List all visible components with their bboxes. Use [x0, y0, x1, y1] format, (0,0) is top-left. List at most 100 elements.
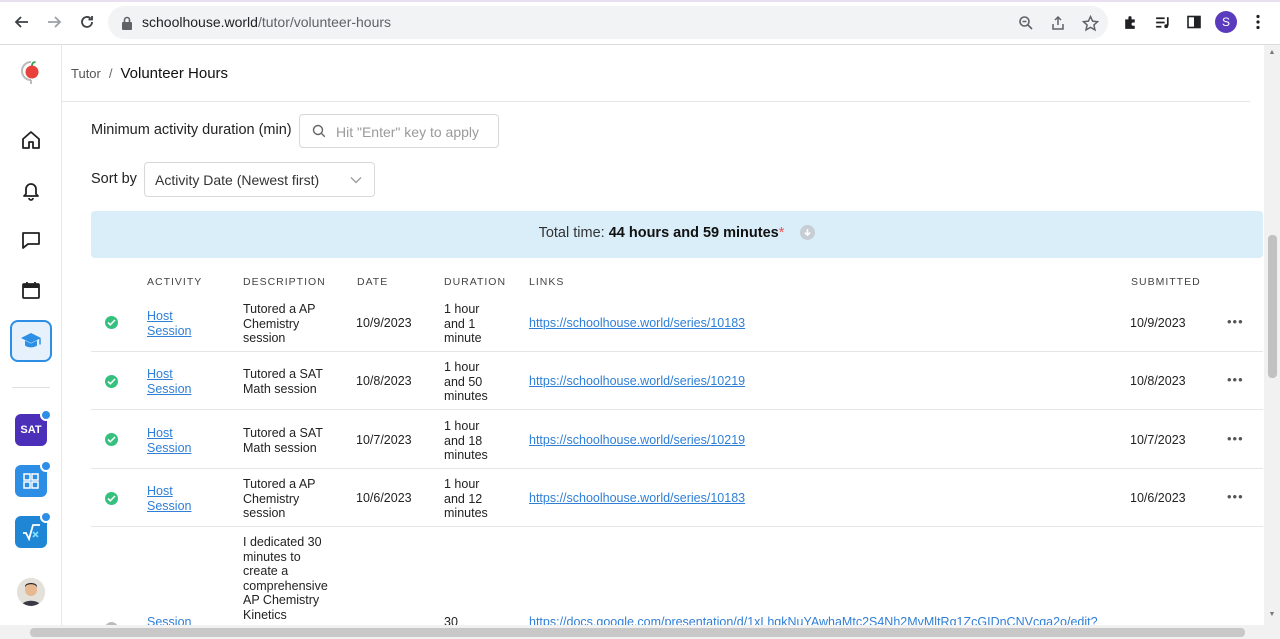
activity-link[interactable]: Host Session: [147, 309, 191, 338]
row-more-options-icon[interactable]: •••: [1227, 431, 1244, 446]
table-row: Host Session Tutored a AP Chemistry session…: [91, 293, 1263, 352]
main-content: Tutor / Volunteer Hours Minimum activity d…: [62, 45, 1264, 625]
total-time-banner: Total time: 44 hours and 59 minutes*: [91, 211, 1263, 258]
scroll-down-arrow-icon[interactable]: ▼: [1268, 611, 1276, 619]
duration-line: 1 hour: [444, 302, 480, 316]
table-row: Session I dedicated 30 minutes to create a…: [91, 527, 1263, 625]
sat-app-label: SAT: [20, 424, 42, 436]
schoolhouse-logo-icon[interactable]: [10, 53, 52, 95]
description-line: minutes to: [243, 549, 301, 564]
row-more-options-icon[interactable]: •••: [1227, 372, 1244, 387]
description-line: Math session: [243, 381, 317, 396]
duration-cell: 1 hour and 50 minutes: [444, 360, 488, 404]
description-line: Tutored a AP: [243, 302, 316, 316]
forward-icon[interactable]: [42, 10, 66, 34]
scroll-up-arrow-icon[interactable]: ▲: [1268, 49, 1276, 57]
description-line: comprehensive: [243, 578, 328, 593]
tab-strip-edge: [0, 0, 1280, 2]
address-bar[interactable]: schoolhouse.world/tutor/volunteer-hours: [108, 6, 1108, 39]
activity-link[interactable]: Host Session: [147, 484, 191, 513]
url-text: schoolhouse.world/tutor/volunteer-hours: [142, 14, 391, 30]
description-line: I dedicated 30: [243, 535, 322, 549]
column-header-submitted[interactable]: SUBMITTED: [1131, 276, 1201, 288]
browser-menu-icon[interactable]: [1247, 11, 1269, 33]
min-duration-search[interactable]: [299, 114, 499, 148]
date-cell: 10/7/2023: [356, 433, 412, 447]
duration-cell: 30: [444, 615, 458, 625]
activity-line-1: Host: [147, 426, 173, 440]
description-line: Chemistry: [243, 316, 300, 331]
user-avatar[interactable]: [17, 578, 45, 606]
activity-line-1: Host: [147, 309, 173, 323]
horizontal-scrollbar[interactable]: [0, 625, 1280, 639]
description-line: Math session: [243, 440, 317, 455]
reload-icon[interactable]: [75, 10, 99, 34]
vertical-scrollbar[interactable]: ▲ ▼: [1264, 45, 1280, 625]
approved-check-icon: [105, 433, 118, 446]
sort-by-select[interactable]: Activity Date (Newest first): [144, 162, 375, 197]
series-link[interactable]: https://schoolhouse.world/series/10183: [529, 316, 745, 331]
row-more-options-icon[interactable]: •••: [1227, 314, 1244, 329]
description-line: create a: [243, 564, 289, 578]
side-panel-icon[interactable]: [1183, 11, 1205, 33]
breadcrumb-tutor-link[interactable]: Tutor: [71, 66, 101, 81]
zoom-icon[interactable]: [1016, 13, 1036, 33]
activity-line-1: Host: [147, 367, 173, 381]
share-icon[interactable]: [1048, 13, 1068, 33]
activity-link[interactable]: Session: [147, 615, 191, 625]
duration-line: 1 hour: [444, 360, 480, 374]
description-line: session: [243, 506, 286, 520]
activity-line-2: Session: [147, 498, 192, 513]
description-line: Chemistry: [243, 491, 300, 506]
horizontal-scroll-thumb[interactable]: [30, 628, 1245, 637]
messages-icon[interactable]: [10, 219, 52, 261]
series-link[interactable]: https://schoolhouse.world/series/10183: [529, 491, 745, 506]
tutor-graduation-cap-icon[interactable]: [10, 320, 52, 362]
table-row: Host Session Tutored a SAT Math session 10…: [91, 352, 1263, 410]
home-icon[interactable]: [10, 119, 52, 161]
header-divider: [62, 101, 1250, 102]
description-line: Tutored a SAT: [243, 367, 323, 381]
column-header-date[interactable]: DATE: [357, 276, 388, 288]
page-title: Volunteer Hours: [120, 65, 229, 82]
description-cell: I dedicated 30 minutes to create a comprehe…: [243, 535, 328, 622]
search-icon: [312, 124, 326, 138]
bookmark-star-icon[interactable]: [1080, 13, 1100, 33]
activity-line-1: Host: [147, 484, 173, 498]
extensions-puzzle-icon[interactable]: [1119, 11, 1141, 33]
series-link[interactable]: https://schoolhouse.world/series/10219: [529, 433, 745, 448]
description-line: session: [243, 331, 286, 345]
column-header-activity[interactable]: ACTIVITY: [147, 276, 202, 288]
profile-avatar[interactable]: S: [1215, 11, 1237, 33]
grid-app-icon[interactable]: [15, 460, 52, 497]
column-header-links[interactable]: LINKS: [529, 276, 564, 288]
approved-check-icon: [105, 316, 118, 329]
total-time-text: Total time: 44 hours and 59 minutes*: [91, 225, 1263, 241]
description-line: Kinetics: [243, 607, 287, 622]
back-icon[interactable]: [10, 10, 34, 34]
activity-link[interactable]: Host Session: [147, 367, 191, 396]
sat-app-icon[interactable]: SAT: [15, 409, 52, 446]
column-header-description[interactable]: DESCRIPTION: [243, 276, 326, 288]
total-time-value: 44 hours and 59 minutes: [608, 225, 779, 241]
date-cell: 10/6/2023: [356, 491, 412, 505]
submitted-cell: 10/6/2023: [1130, 491, 1186, 505]
vertical-scroll-thumb[interactable]: [1268, 235, 1277, 378]
duration-line: 1 hour: [444, 419, 480, 433]
math-sqrt-app-icon[interactable]: [15, 511, 52, 548]
notifications-bell-icon[interactable]: [10, 169, 52, 211]
column-header-duration[interactable]: DURATION: [444, 276, 506, 288]
duration-line: minutes: [444, 506, 488, 520]
table-row: Host Session Tutored a AP Chemistry session…: [91, 469, 1263, 527]
series-link[interactable]: https://schoolhouse.world/series/10219: [529, 374, 745, 389]
left-navigation-rail: SAT: [0, 45, 62, 625]
approved-check-icon: [105, 492, 118, 505]
download-icon[interactable]: [800, 225, 816, 240]
activity-link[interactable]: Host Session: [147, 426, 191, 455]
slides-link[interactable]: https://docs.google.com/presentation/d/1…: [529, 615, 1098, 625]
duration-line: and 18: [444, 433, 483, 448]
min-duration-input[interactable]: [336, 122, 491, 142]
calendar-icon[interactable]: [10, 269, 52, 311]
row-more-options-icon[interactable]: •••: [1227, 489, 1244, 504]
media-queue-icon[interactable]: [1151, 11, 1173, 33]
